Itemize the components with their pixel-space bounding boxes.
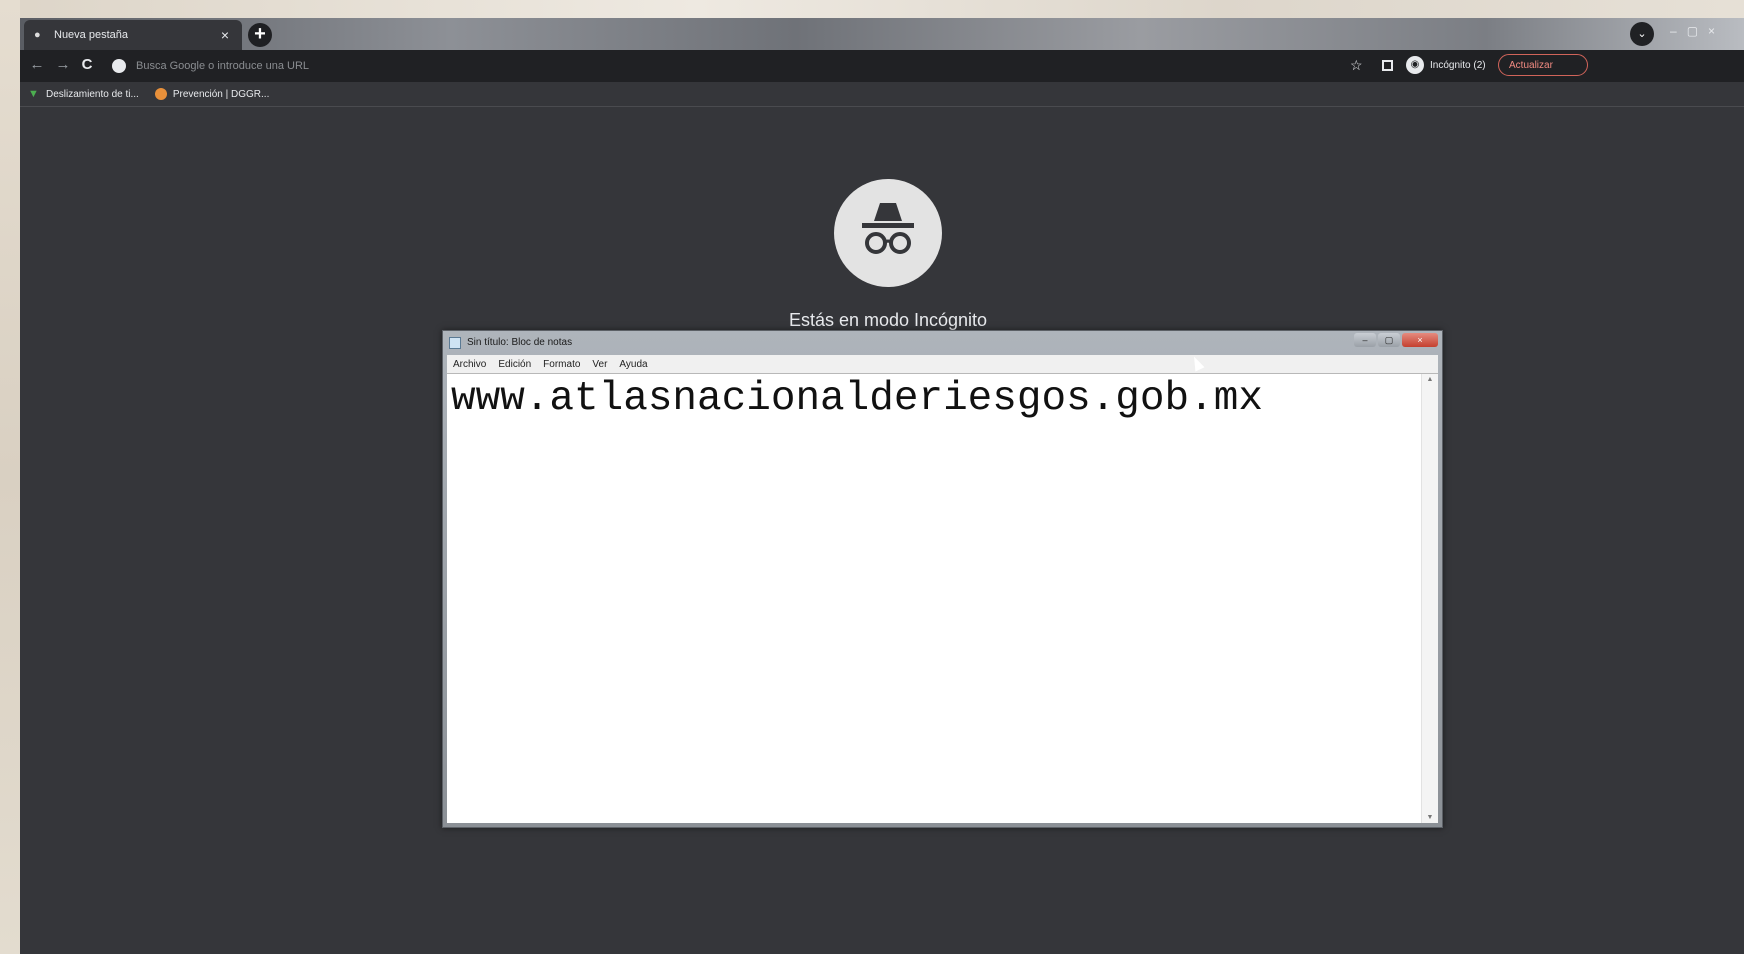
bookmark-item[interactable]: ▼ Deslizamiento de ti... [28, 88, 139, 100]
new-tab-button[interactable]: + [248, 23, 272, 47]
notepad-window-controls: – ▢ × [1354, 333, 1438, 347]
notepad-maximize-button[interactable]: ▢ [1378, 333, 1400, 347]
notepad-title: Sin título: Bloc de notas [467, 337, 573, 348]
bookmark-favicon-icon [154, 88, 167, 100]
bookmark-label: Deslizamiento de ti... [46, 88, 139, 100]
bookmarks-bar: ▼ Deslizamiento de ti... Prevención | DG… [20, 82, 1744, 107]
reload-button[interactable]: C [78, 56, 96, 73]
notepad-icon [449, 337, 461, 349]
menu-archivo[interactable]: Archivo [453, 359, 486, 370]
bookmark-star-icon[interactable]: ☆ [1350, 57, 1363, 74]
incognito-heading: Estás en modo Incógnito [788, 310, 988, 330]
menu-edicion[interactable]: Edición [498, 359, 531, 370]
menu-ver[interactable]: Ver [592, 359, 607, 370]
bookmark-favicon-icon: ▼ [28, 88, 39, 100]
menu-ayuda[interactable]: Ayuda [619, 359, 647, 370]
back-button[interactable]: ← [28, 56, 46, 73]
side-panel-icon[interactable] [1382, 60, 1393, 71]
tab-search-icon[interactable]: ⌄ [1630, 22, 1654, 46]
profile-label: Incógnito (2) [1430, 59, 1486, 71]
notepad-titlebar[interactable]: Sin título: Bloc de notas – ▢ × [443, 331, 1442, 355]
bookmark-label: Prevención | DGGR... [172, 88, 270, 100]
maximize-window-button[interactable]: ▢ [1687, 24, 1698, 38]
backdrop-left [0, 0, 20, 954]
bookmark-item[interactable]: Prevención | DGGR... [154, 88, 270, 100]
omnibox[interactable]: Busca Google o introduce una URL [112, 54, 1382, 78]
incognito-avatar-icon: ◉ [1406, 56, 1424, 74]
window-controls: – ▢ × [1670, 24, 1715, 38]
notepad-content: www.atlasnacionalderiesgos.gob.mx [451, 376, 1263, 422]
tab-title: Nueva pestaña [54, 29, 128, 41]
notepad-close-button[interactable]: × [1402, 333, 1438, 347]
scroll-down-icon[interactable]: ▼ [1422, 814, 1438, 821]
scroll-up-icon[interactable]: ▲ [1422, 376, 1438, 383]
menu-formato[interactable]: Formato [543, 359, 580, 370]
notepad-text-area[interactable]: www.atlasnacionalderiesgos.gob.mx ▲ ▼ [447, 373, 1438, 823]
profile-chip[interactable]: ◉ Incógnito (2) [1406, 56, 1486, 74]
notepad-minimize-button[interactable]: – [1354, 333, 1376, 347]
incognito-tab-icon: ● [34, 29, 41, 41]
vertical-scrollbar[interactable]: ▲ ▼ [1421, 374, 1438, 823]
incognito-icon [834, 179, 942, 287]
minimize-window-button[interactable]: – [1670, 24, 1677, 38]
tab-new-tab[interactable]: ● Nueva pestaña × [24, 20, 242, 50]
tab-close-icon[interactable]: × [218, 27, 232, 43]
google-icon [112, 59, 126, 73]
notepad-menubar: Archivo Edición Formato Ver Ayuda [447, 355, 1438, 373]
forward-button[interactable]: → [54, 56, 72, 73]
omnibox-placeholder: Busca Google o introduce una URL [136, 60, 310, 72]
backdrop-top [0, 0, 1744, 18]
toolbar: ← → C Busca Google o introduce una URL ☆… [20, 50, 1744, 82]
tab-strip: ● Nueva pestaña × + ⌄ – ▢ × [20, 18, 1744, 50]
notepad-window: Sin título: Bloc de notas – ▢ × Archivo … [442, 330, 1443, 828]
update-button[interactable]: Actualizar [1498, 54, 1588, 76]
close-window-button[interactable]: × [1708, 24, 1715, 38]
